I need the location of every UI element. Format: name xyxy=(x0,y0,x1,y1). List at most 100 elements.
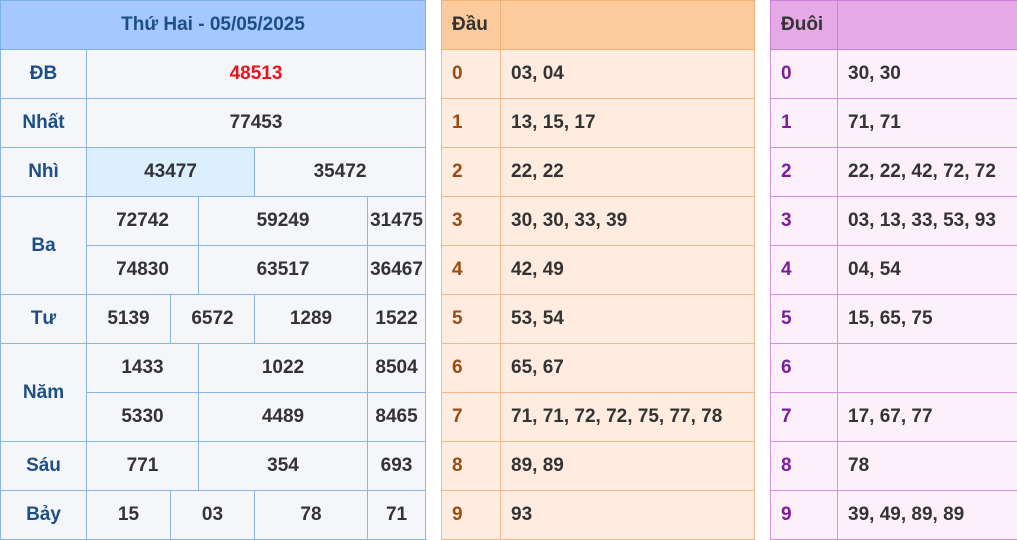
tail-row: 6 xyxy=(771,344,1017,393)
tail-digit: 8 xyxy=(771,442,838,491)
prize-row-third: Ba 72742 59249 31475 xyxy=(1,197,426,246)
head-digit: 5 xyxy=(442,295,501,344)
prize-label: Tư xyxy=(1,295,87,344)
head-digit: 0 xyxy=(442,50,501,99)
head-row: 330, 30, 33, 39 xyxy=(442,197,755,246)
prize-number: 1433 xyxy=(87,344,199,393)
head-row: 113, 15, 17 xyxy=(442,99,755,148)
head-row: 222, 22 xyxy=(442,148,755,197)
prize-number: 1522 xyxy=(368,295,426,344)
prize-label: Bảy xyxy=(1,491,87,540)
tail-row: 222, 22, 42, 72, 72 xyxy=(771,148,1017,197)
prize-label: Năm xyxy=(1,344,87,442)
head-row: 993 xyxy=(442,491,755,540)
prize-number: 771 xyxy=(87,442,199,491)
head-row: 553, 54 xyxy=(442,295,755,344)
tail-row: 303, 13, 33, 53, 93 xyxy=(771,197,1017,246)
head-header-blank xyxy=(501,1,755,50)
results-title: Thứ Hai - 05/05/2025 xyxy=(1,1,426,50)
prize-number: 63517 xyxy=(199,246,368,295)
tail-values: 17, 67, 77 xyxy=(838,393,1017,442)
prize-number: 72742 xyxy=(87,197,199,246)
tail-digit: 1 xyxy=(771,99,838,148)
tail-header-row: Đuôi xyxy=(771,1,1017,50)
head-digit: 2 xyxy=(442,148,501,197)
tail-values xyxy=(838,344,1017,393)
head-values: 89, 89 xyxy=(501,442,755,491)
prize-number: 693 xyxy=(368,442,426,491)
tail-row: 878 xyxy=(771,442,1017,491)
head-digit: 1 xyxy=(442,99,501,148)
head-title: Đầu xyxy=(442,1,501,50)
head-values: 65, 67 xyxy=(501,344,755,393)
head-digit: 9 xyxy=(442,491,501,540)
tail-digit: 3 xyxy=(771,197,838,246)
prize-number: 59249 xyxy=(199,197,368,246)
prize-number: 6572 xyxy=(171,295,255,344)
head-row: 442, 49 xyxy=(442,246,755,295)
prize-label: ĐB xyxy=(1,50,87,99)
head-digit: 3 xyxy=(442,197,501,246)
prize-label: Sáu xyxy=(1,442,87,491)
tail-row: 717, 67, 77 xyxy=(771,393,1017,442)
tail-row: 515, 65, 75 xyxy=(771,295,1017,344)
head-row: 889, 89 xyxy=(442,442,755,491)
prize-label: Nhất xyxy=(1,99,87,148)
prize-number: 74830 xyxy=(87,246,199,295)
results-table: Thứ Hai - 05/05/2025 ĐB 48513 Nhất 77453… xyxy=(0,0,426,540)
tail-values: 78 xyxy=(838,442,1017,491)
prize-number: 77453 xyxy=(87,99,426,148)
tail-digit: 2 xyxy=(771,148,838,197)
prize-number: 1289 xyxy=(255,295,368,344)
tail-digit: 4 xyxy=(771,246,838,295)
tail-digit: 5 xyxy=(771,295,838,344)
tail-row: 030, 30 xyxy=(771,50,1017,99)
head-row: 665, 67 xyxy=(442,344,755,393)
head-values: 71, 71, 72, 72, 75, 77, 78 xyxy=(501,393,755,442)
prize-number: 1022 xyxy=(199,344,368,393)
prize-number: 15 xyxy=(87,491,171,540)
tail-values: 30, 30 xyxy=(838,50,1017,99)
prize-row-second: Nhì 43477 35472 xyxy=(1,148,426,197)
prize-number: 4489 xyxy=(199,393,368,442)
tail-header-blank xyxy=(838,1,1017,50)
prize-number: 5330 xyxy=(87,393,199,442)
prize-label: Ba xyxy=(1,197,87,295)
prize-number: 35472 xyxy=(255,148,426,197)
tail-values: 22, 22, 42, 72, 72 xyxy=(838,148,1017,197)
tail-values: 15, 65, 75 xyxy=(838,295,1017,344)
results-header-row: Thứ Hai - 05/05/2025 xyxy=(1,1,426,50)
prize-number: 354 xyxy=(199,442,368,491)
head-row: 771, 71, 72, 72, 75, 77, 78 xyxy=(442,393,755,442)
prize-row-fourth: Tư 5139 6572 1289 1522 xyxy=(1,295,426,344)
tail-digit: 6 xyxy=(771,344,838,393)
head-digit: 7 xyxy=(442,393,501,442)
prize-row-seventh: Bảy 15 03 78 71 xyxy=(1,491,426,540)
head-digit: 4 xyxy=(442,246,501,295)
head-values: 30, 30, 33, 39 xyxy=(501,197,755,246)
tail-digit: 0 xyxy=(771,50,838,99)
prize-number: 03 xyxy=(171,491,255,540)
head-values: 22, 22 xyxy=(501,148,755,197)
tail-digit: 7 xyxy=(771,393,838,442)
prize-number: 8465 xyxy=(368,393,426,442)
head-values: 93 xyxy=(501,491,755,540)
tail-row: 939, 49, 89, 89 xyxy=(771,491,1017,540)
head-values: 13, 15, 17 xyxy=(501,99,755,148)
tail-row: 404, 54 xyxy=(771,246,1017,295)
tail-table: Đuôi 030, 30 171, 71 222, 22, 42, 72, 72… xyxy=(770,0,1017,540)
prize-number: 5139 xyxy=(87,295,171,344)
head-table: Đầu 003, 04 113, 15, 17 222, 22 330, 30,… xyxy=(441,0,755,540)
tail-title: Đuôi xyxy=(771,1,838,50)
prize-number: 78 xyxy=(255,491,368,540)
prize-number: 48513 xyxy=(87,50,426,99)
prize-number: 36467 xyxy=(368,246,426,295)
prize-number: 31475 xyxy=(368,197,426,246)
head-values: 03, 04 xyxy=(501,50,755,99)
tail-values: 71, 71 xyxy=(838,99,1017,148)
prize-row-fifth: Năm 1433 1022 8504 xyxy=(1,344,426,393)
tail-values: 39, 49, 89, 89 xyxy=(838,491,1017,540)
head-values: 53, 54 xyxy=(501,295,755,344)
prize-row-special: ĐB 48513 xyxy=(1,50,426,99)
tail-row: 171, 71 xyxy=(771,99,1017,148)
